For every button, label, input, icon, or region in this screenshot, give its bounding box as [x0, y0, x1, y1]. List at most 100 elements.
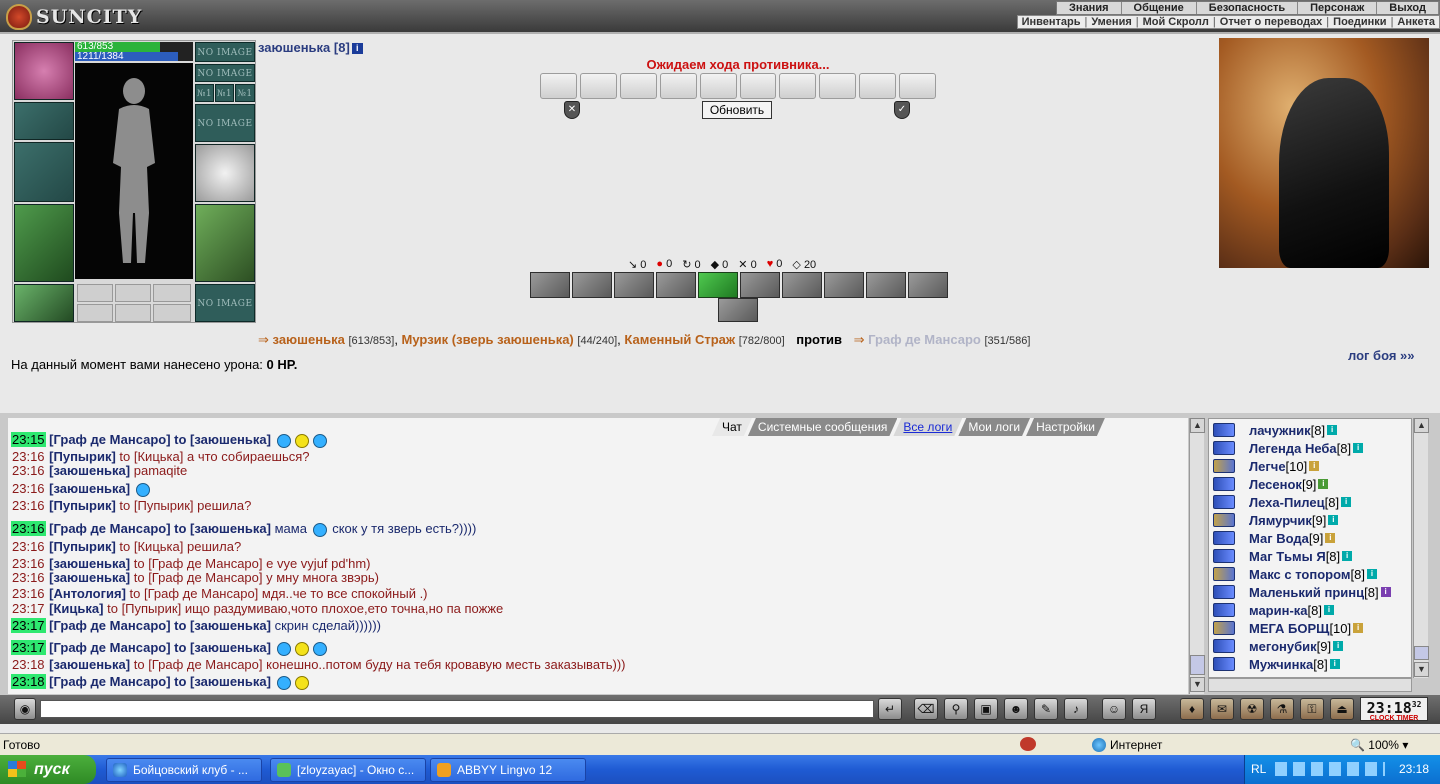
scroll-slot[interactable]: [540, 73, 577, 99]
scroll-slot[interactable]: [779, 73, 817, 99]
user-info-icon[interactable]: i: [1341, 497, 1352, 507]
skill-button[interactable]: [656, 272, 696, 298]
potion-icon[interactable]: ⚗: [1270, 698, 1294, 720]
skill-button-active[interactable]: [698, 272, 738, 298]
pocket-slot[interactable]: [153, 304, 191, 322]
rune-slot[interactable]: [115, 284, 151, 302]
chat-recipient[interactable]: to [Граф де Мансаро]: [130, 586, 259, 601]
chat-nick[interactable]: [Пупырик]: [49, 539, 116, 554]
chat-menu-icon[interactable]: ◉: [14, 698, 36, 720]
private-message-icon[interactable]: [1213, 567, 1235, 581]
chat-nick[interactable]: [заюшенька]: [49, 481, 130, 496]
save-icon[interactable]: ▣: [974, 698, 998, 720]
chat-time[interactable]: 23:18: [11, 674, 46, 689]
menu-communication[interactable]: Общение: [1122, 2, 1197, 14]
no-image-slot[interactable]: NO IMAGE: [195, 42, 255, 62]
user-name[interactable]: Легенда Неба: [1249, 441, 1337, 456]
chat-recipient[interactable]: to [Пупырик]: [107, 601, 181, 616]
user-name[interactable]: МЕГА БОРЩ: [1249, 621, 1329, 636]
private-message-icon[interactable]: [1213, 513, 1235, 527]
chat-time[interactable]: 23:16: [11, 539, 46, 554]
chat-recipient[interactable]: to [заюшенька]: [174, 640, 271, 655]
tab-system-messages[interactable]: Системные сообщения: [748, 418, 898, 436]
scroll-slot[interactable]: [659, 73, 697, 99]
chat-time[interactable]: 23:16: [11, 481, 46, 496]
no-image-slot[interactable]: NO IMAGE: [195, 64, 255, 82]
strikeout-icon[interactable]: ✎: [1034, 698, 1058, 720]
user-name[interactable]: Лесенок: [1249, 477, 1302, 492]
user-info-icon[interactable]: i: [1324, 605, 1334, 615]
chat-recipient[interactable]: to [заюшенька]: [174, 674, 271, 689]
online-user[interactable]: Лесенок [9] i: [1213, 475, 1329, 493]
skill-button[interactable]: [824, 272, 864, 298]
submenu-my-scroll[interactable]: Мой Скролл: [1139, 16, 1213, 28]
chat-nick[interactable]: [заюшенька]: [49, 657, 130, 672]
send-icon[interactable]: ↵: [878, 698, 902, 720]
user-info-icon[interactable]: i: [1309, 461, 1320, 471]
user-name[interactable]: Маг Вода: [1249, 531, 1309, 546]
clear-icon[interactable]: ⌫: [914, 698, 938, 720]
suncity-logo[interactable]: SUNCITY: [6, 2, 141, 32]
online-user[interactable]: МЕГА БОРЩ [10] i: [1213, 619, 1364, 637]
mask-icon[interactable]: ☢: [1240, 698, 1264, 720]
belt-slot[interactable]: [14, 284, 74, 322]
language-indicator[interactable]: RL: [1251, 755, 1266, 784]
tab-all-logs[interactable]: Все логи: [893, 418, 962, 436]
refresh-button[interactable]: Обновить: [702, 101, 772, 119]
scroll-up-icon[interactable]: ▲: [1414, 418, 1429, 433]
scroll-down-icon[interactable]: ▼: [1414, 662, 1429, 677]
user-info-icon[interactable]: i: [1328, 515, 1339, 525]
user-info-icon[interactable]: i: [1327, 425, 1338, 435]
user-info-icon[interactable]: i: [1380, 587, 1391, 597]
private-message-icon[interactable]: [1213, 549, 1235, 563]
bag-icon[interactable]: ♦: [1180, 698, 1204, 720]
chat-nick[interactable]: [заюшенька]: [49, 556, 130, 571]
chat-nick[interactable]: [Граф де Мансаро]: [49, 521, 170, 536]
scroll-slot[interactable]: [699, 73, 737, 99]
user-name[interactable]: Легче: [1249, 459, 1286, 474]
user-info-icon[interactable]: i: [1318, 479, 1329, 489]
menu-security[interactable]: Безопасность: [1197, 2, 1299, 14]
taskbar-item-chat-window[interactable]: [zloyzayac] - Окно с...: [270, 758, 426, 782]
user-info-icon[interactable]: i: [1353, 623, 1364, 633]
online-user[interactable]: Лямурчик [9] i: [1213, 511, 1339, 529]
user-info-icon[interactable]: i: [1366, 569, 1377, 579]
team-member-name[interactable]: заюшенька: [273, 332, 345, 347]
chat-recipient[interactable]: to [Пупырик]: [119, 498, 193, 513]
private-message-icon[interactable]: [1213, 531, 1235, 545]
chat-time[interactable]: 23:18: [11, 657, 46, 672]
rune-slot[interactable]: [153, 284, 191, 302]
chat-recipient[interactable]: to [заюшенька]: [174, 521, 271, 536]
chat-time[interactable]: 23:16: [11, 586, 46, 601]
skill-button[interactable]: [614, 272, 654, 298]
weapon-slot[interactable]: [14, 142, 74, 202]
user-name[interactable]: Маленький принц: [1249, 585, 1364, 600]
chat-time[interactable]: 23:17: [11, 618, 46, 633]
chat-time[interactable]: 23:17: [11, 640, 46, 655]
tray-icons[interactable]: [1275, 762, 1385, 776]
person-icon[interactable]: ☻: [1004, 698, 1028, 720]
chat-nick[interactable]: [Граф де Мансаро]: [49, 674, 170, 689]
chat-recipient[interactable]: to [Граф де Мансаро]: [134, 570, 263, 585]
user-info-icon[interactable]: i: [1333, 641, 1344, 651]
rune-slot[interactable]: [77, 284, 113, 302]
ring-slot[interactable]: №1: [195, 84, 214, 102]
user-info-icon[interactable]: i: [1342, 551, 1353, 561]
online-user[interactable]: мегонубик [9] i: [1213, 637, 1344, 655]
legs-slot[interactable]: [195, 204, 255, 282]
chat-time[interactable]: 23:16: [11, 521, 46, 536]
chat-time[interactable]: 23:16: [11, 463, 46, 478]
tab-chat[interactable]: Чат: [712, 418, 752, 436]
zoom-control[interactable]: 🔍 100% ▾: [1350, 738, 1408, 752]
menu-character[interactable]: Персонаж: [1298, 2, 1378, 14]
submenu-skills[interactable]: Умения: [1087, 16, 1135, 28]
gloves-slot[interactable]: [14, 102, 74, 140]
skill-button[interactable]: [908, 272, 948, 298]
chat-nick[interactable]: [Пупырик]: [49, 498, 116, 513]
smile-icon[interactable]: ☺: [1102, 698, 1126, 720]
scroll-slot[interactable]: [819, 73, 857, 99]
scroll-slot[interactable]: [739, 73, 777, 99]
pocket-slot[interactable]: [115, 304, 151, 322]
private-message-icon[interactable]: [1213, 477, 1235, 491]
private-message-icon[interactable]: [1213, 495, 1235, 509]
